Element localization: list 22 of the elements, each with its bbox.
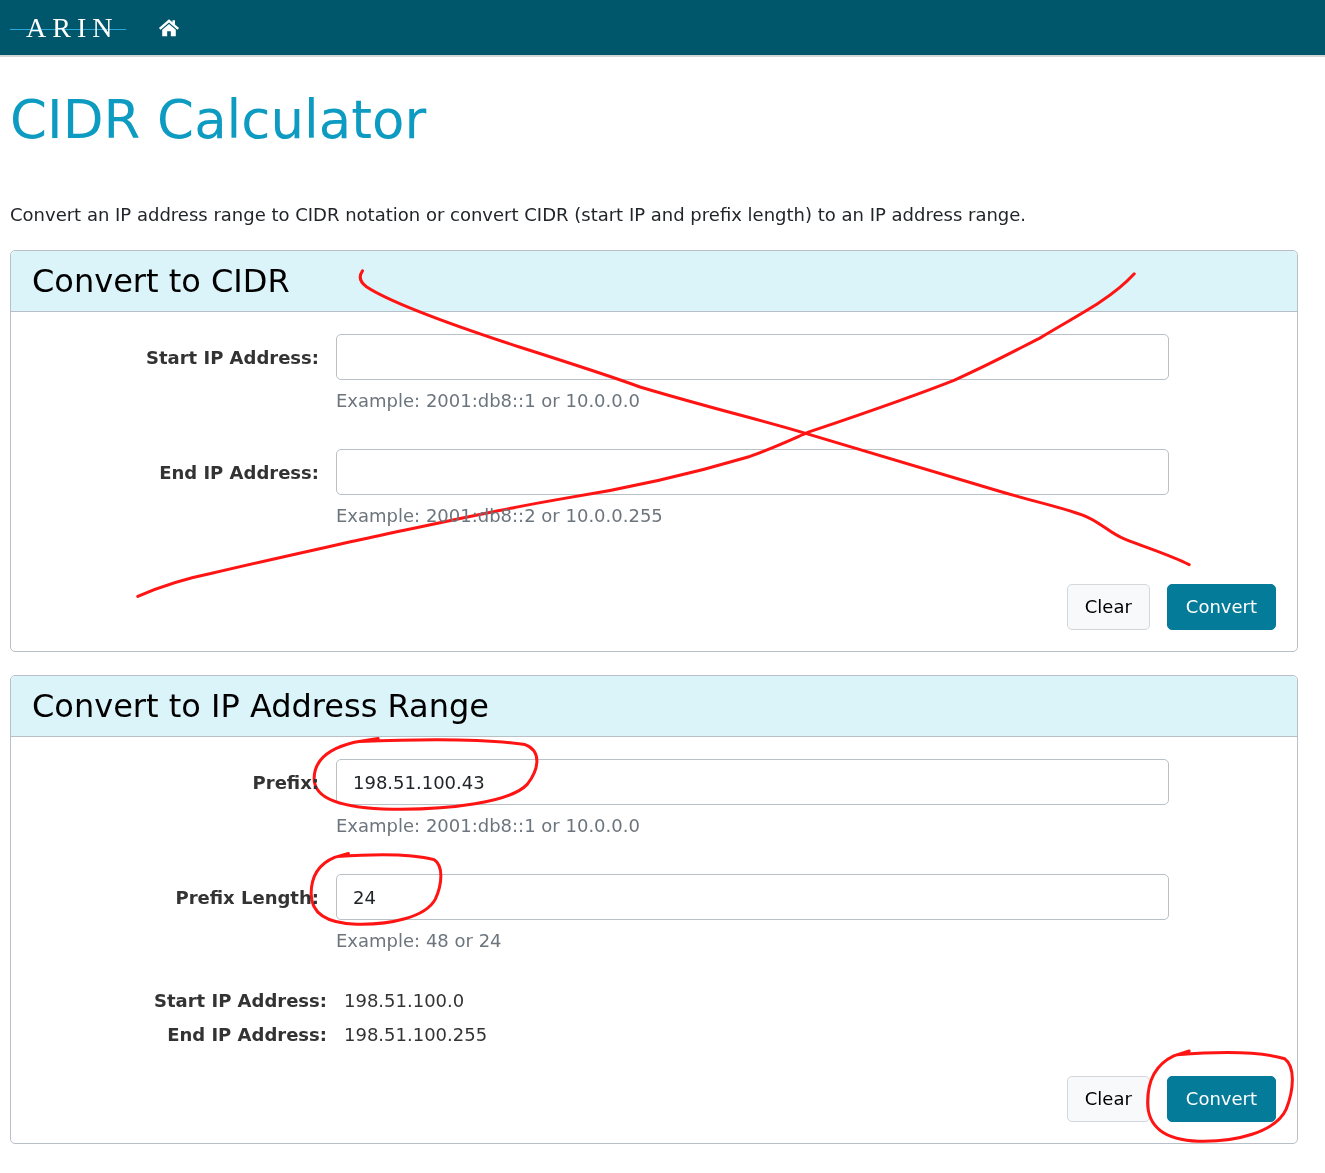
clear-button[interactable]: Clear [1066,1076,1150,1122]
field-label: Start IP Address: [144,345,319,370]
clear-button[interactable]: Clear [1066,584,1150,630]
field-hint: Example: 2001:db8::1 or 10.0.0.0 [336,814,641,838]
convert-button[interactable]: Convert [1166,1076,1276,1122]
card-title: Convert to CIDR [32,261,290,301]
page-title: CIDR Calculator [10,88,428,152]
field-label: End IP Address: [158,460,319,485]
input-field[interactable] [336,334,1169,380]
field-hint: Example: 2001:db8::1 or 10.0.0.0 [336,389,641,413]
convert-button[interactable]: Convert [1166,584,1276,630]
page-description: Convert an IP address range to CIDR notation or convert CIDR (start IP and prefix length) to an IP address range. [10,203,1028,227]
result-label: Start IP Address: [152,989,327,1013]
field-hint: Example: 48 or 24 [336,929,503,953]
card-title: Convert to IP Address Range [32,686,489,726]
result-value: 198.51.100.0 [344,989,466,1013]
input-field[interactable]: 198.51.100.43 [336,759,1169,805]
result-value: 198.51.100.255 [344,1023,489,1047]
result-label: End IP Address: [166,1023,327,1047]
input-field[interactable]: 24 [336,874,1169,920]
input-field[interactable] [336,449,1169,495]
home-icon[interactable] [158,18,181,37]
